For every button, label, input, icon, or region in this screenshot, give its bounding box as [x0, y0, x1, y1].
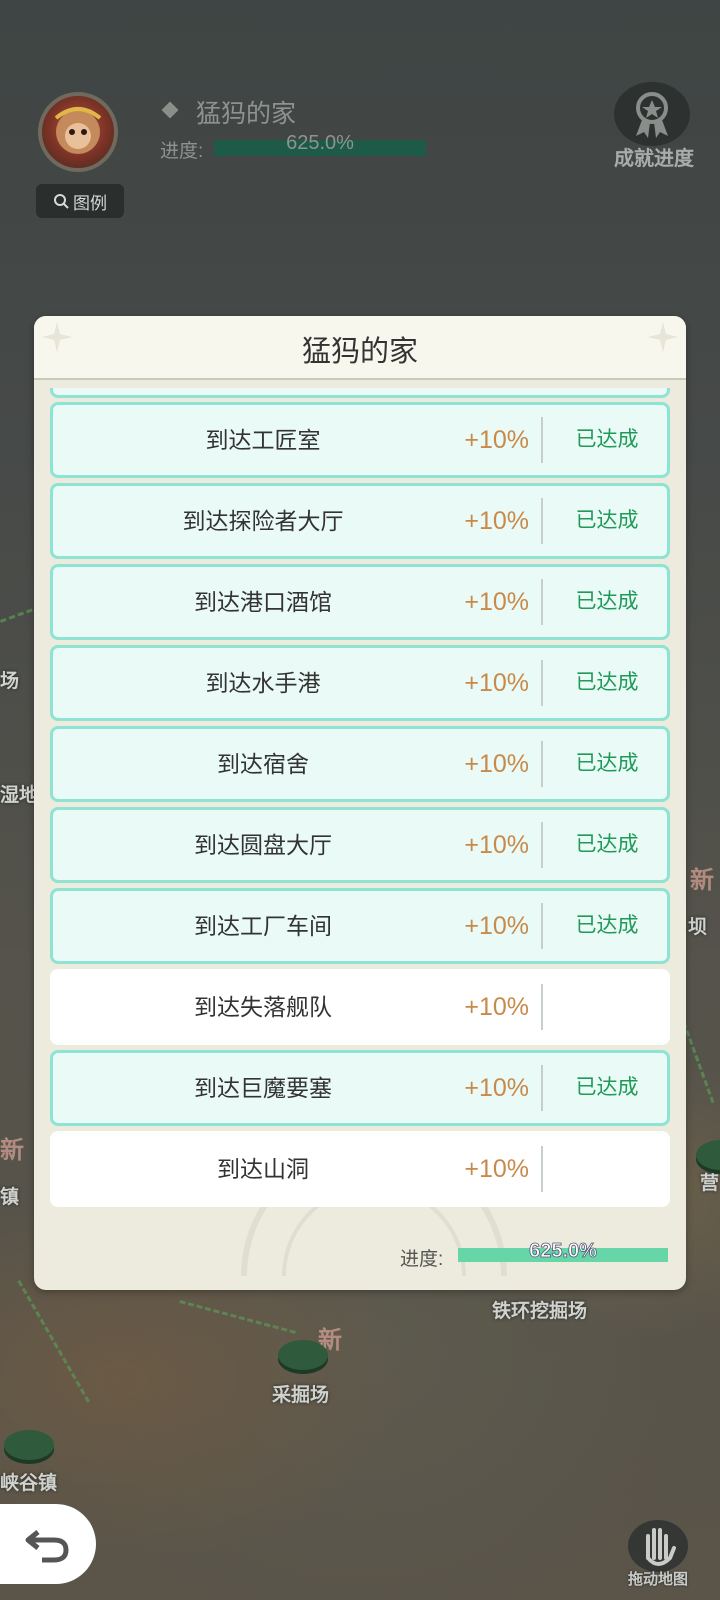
list-item: 到达工匠室 +10% 已达成 — [50, 402, 670, 478]
search-icon — [54, 194, 69, 209]
row-label: 到达宿舍 — [217, 751, 309, 777]
map-label-right-1: 坝 — [688, 917, 708, 938]
map-node-caijue[interactable] — [278, 1340, 328, 1370]
modal-title: 猛犸的家 — [301, 336, 418, 368]
row-label: 到达圆盘大厅 — [194, 832, 332, 858]
legend-button[interactable]: 图例 — [36, 184, 124, 218]
modal-progress-label: 进度: — [400, 1249, 444, 1270]
achievement-list[interactable]: 到达工匠室 +10% 已达成 到达探险者大厅 +10% 已达成 到达港口酒馆 +… — [50, 388, 670, 1224]
row-divider — [541, 498, 543, 544]
row-bonus: +10% — [464, 993, 529, 1021]
map-road — [17, 1280, 90, 1403]
row-status: 已达成 — [575, 752, 639, 775]
row-bonus: +10% — [464, 507, 529, 535]
row-status: 已达成 — [575, 509, 639, 532]
monkey-king-icon — [54, 107, 102, 154]
back-arrow-icon — [25, 1530, 69, 1563]
row-divider — [541, 903, 543, 949]
map-label-xiagu[interactable]: 峡谷镇 — [0, 1468, 57, 1495]
map-node-xiagu[interactable] — [4, 1430, 54, 1460]
list-item: 到达宿舍 +10% 已达成 — [50, 726, 670, 802]
achievement-icon-bg — [614, 82, 690, 146]
row-status: 已达成 — [575, 1076, 639, 1099]
list-item: 到达水手港 +10% 已达成 — [50, 645, 670, 721]
row-bonus: +10% — [464, 750, 529, 778]
row-label: 到达工匠室 — [205, 427, 321, 453]
map-label-right-2: 营 — [700, 1173, 720, 1194]
map-label-left-1: 场 — [0, 671, 20, 692]
hud-area-title: 猛犸的家 — [196, 100, 297, 128]
hand-icon — [628, 1520, 688, 1572]
map-label-tiehuan[interactable]: 铁环挖掘场 — [492, 1296, 587, 1323]
list-item: 到达巨魔要塞 +10% 已达成 — [50, 1050, 670, 1126]
row-status — [547, 1134, 667, 1204]
hud-progress-value: 625.0% — [286, 132, 354, 154]
back-button[interactable] — [0, 1504, 96, 1584]
row-label: 到达探险者大厅 — [182, 508, 344, 534]
row-divider — [541, 579, 543, 625]
row-status: 已达成 — [575, 428, 639, 451]
row-divider — [541, 1065, 543, 1111]
row-divider — [541, 741, 543, 787]
row-divider — [541, 417, 543, 463]
row-bonus: +10% — [464, 669, 529, 697]
area-progress-modal: 猛犸的家 到达工匠室 +10% 已达成 到达探险者大厅 +10% 已达成 到达港… — [34, 316, 686, 1290]
drag-map-label: 拖动地图 — [627, 1571, 688, 1588]
row-label: 到达水手港 — [205, 670, 321, 696]
row-status: 已达成 — [575, 590, 639, 613]
modal-header: 猛犸的家 — [34, 316, 686, 380]
modal-progress-value: 625.0% — [529, 1240, 598, 1263]
list-item: 到达圆盘大厅 +10% 已达成 — [50, 807, 670, 883]
corner-star-icon — [648, 322, 678, 352]
map-new-marker: 新 — [0, 1137, 24, 1164]
row-divider — [541, 660, 543, 706]
row-status: 已达成 — [575, 671, 639, 694]
row-bonus: +10% — [464, 588, 529, 616]
map-label-left-2: 湿地 — [0, 785, 39, 806]
row-bonus: +10% — [464, 1155, 529, 1183]
map-node-right[interactable] — [696, 1140, 720, 1170]
row-bonus: +10% — [464, 912, 529, 940]
map-new-marker: 新 — [690, 867, 714, 894]
row-label: 到达工厂车间 — [194, 913, 332, 939]
map-label-left-3: 镇 — [0, 1187, 20, 1208]
hud-progress-label: 进度: — [160, 141, 204, 162]
row-divider — [541, 822, 543, 868]
player-avatar[interactable] — [38, 92, 118, 172]
row-bonus: +10% — [464, 1074, 529, 1102]
row-status: 已达成 — [575, 914, 639, 937]
list-item: 到达探险者大厅 +10% 已达成 — [50, 483, 670, 559]
row-status: 已达成 — [575, 833, 639, 856]
map-road — [179, 1300, 296, 1334]
row-divider — [541, 984, 543, 1030]
medal-icon — [636, 92, 668, 138]
achievement-button[interactable]: 成就进度 — [612, 82, 694, 170]
row-label: 到达巨魔要塞 — [194, 1075, 332, 1101]
row-label: 到达失落舰队 — [194, 994, 332, 1020]
row-status — [547, 972, 667, 1042]
list-item-partial — [50, 388, 670, 398]
legend-button-label: 图例 — [73, 193, 107, 213]
map-label-caijue[interactable]: 采掘场 — [272, 1380, 329, 1407]
row-divider — [541, 1146, 543, 1192]
drag-map-button[interactable]: 拖动地图 — [616, 1518, 700, 1598]
list-item: 到达港口酒馆 +10% 已达成 — [50, 564, 670, 640]
row-bonus: +10% — [464, 426, 529, 454]
row-label: 到达山洞 — [217, 1156, 309, 1182]
list-item: 到达工厂车间 +10% 已达成 — [50, 888, 670, 964]
achievement-label: 成就进度 — [614, 148, 694, 170]
row-bonus: +10% — [464, 831, 529, 859]
list-item: 到达山洞 +10% — [50, 1131, 670, 1207]
list-item: 到达失落舰队 +10% — [50, 969, 670, 1045]
row-label: 到达港口酒馆 — [194, 589, 332, 615]
